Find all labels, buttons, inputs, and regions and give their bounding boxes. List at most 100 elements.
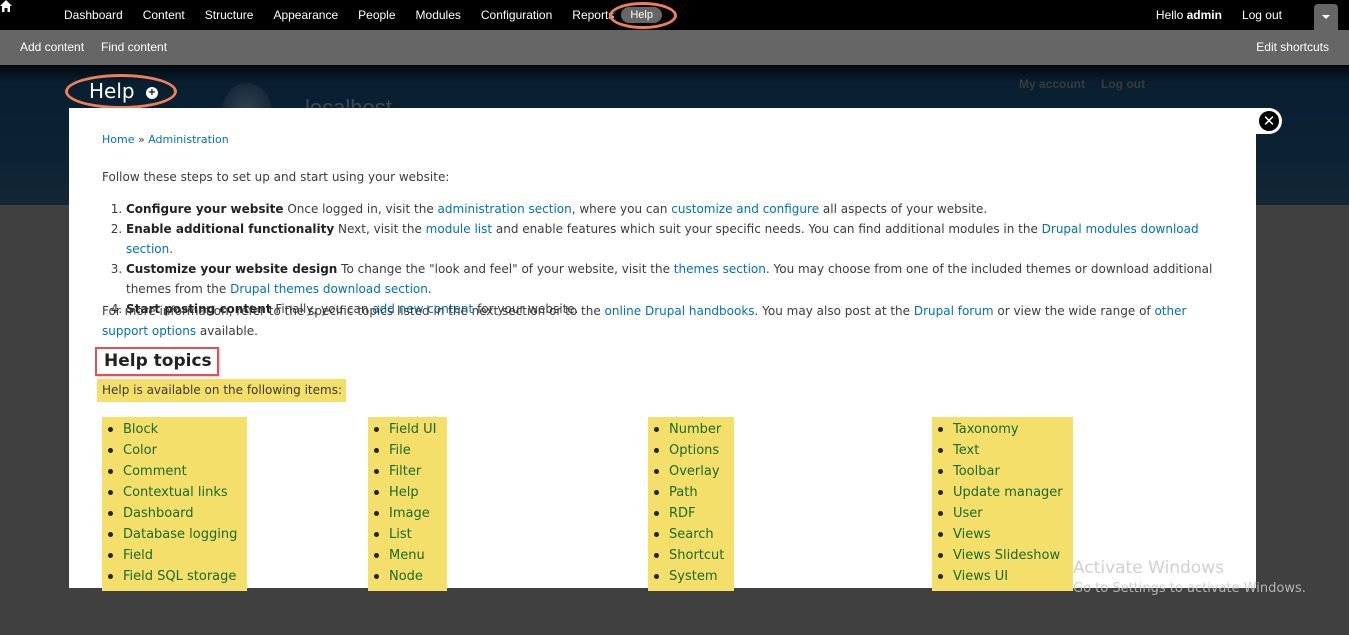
list-item: Options xyxy=(654,440,724,461)
username: admin xyxy=(1186,8,1222,22)
list-item: Search xyxy=(654,524,724,545)
intro-text: Follow these steps to set up and start u… xyxy=(102,170,450,184)
toolbar-reports[interactable]: Reports xyxy=(572,8,614,22)
close-icon[interactable]: ✕ xyxy=(1259,111,1279,131)
breadcrumb-administration[interactable]: Administration xyxy=(148,133,229,146)
drupal-handbooks-link[interactable]: online Drupal handbooks xyxy=(605,304,755,318)
list-item: Contextual links xyxy=(108,482,237,503)
help-overlay: Home » Administration Follow these steps… xyxy=(69,108,1256,591)
help-topics-column-1: Block Color Comment Contextual links Das… xyxy=(102,417,248,591)
toolbar-user: Hello admin Log out xyxy=(1156,0,1349,30)
breadcrumb-home[interactable]: Home xyxy=(102,133,134,146)
topic-link[interactable]: Filter xyxy=(389,464,421,479)
topic-link[interactable]: File xyxy=(389,443,411,458)
topic-link[interactable]: List xyxy=(389,527,412,542)
topic-link[interactable]: Views xyxy=(953,527,991,542)
step-item: Customize your website design To change … xyxy=(126,259,1222,299)
list-item: Field UI xyxy=(374,419,437,440)
edit-shortcuts-link[interactable]: Edit shortcuts xyxy=(1256,40,1329,54)
topic-link[interactable]: Search xyxy=(669,527,714,542)
list-item: Color xyxy=(108,440,237,461)
help-available-text: Help is available on the following items… xyxy=(97,379,346,402)
topic-link[interactable]: Color xyxy=(123,443,157,458)
help-topics-heading: Help topics xyxy=(95,347,219,376)
topic-link[interactable]: Views Slideshow xyxy=(953,548,1060,563)
topic-link[interactable]: Contextual links xyxy=(123,485,228,500)
topic-link[interactable]: Menu xyxy=(389,548,425,563)
topic-link[interactable]: Node xyxy=(389,569,423,584)
topic-link[interactable]: Block xyxy=(123,422,158,437)
list-item: Views Slideshow xyxy=(938,545,1063,566)
my-account-link[interactable]: My account xyxy=(1019,77,1085,91)
list-item: Path xyxy=(654,482,724,503)
list-item: Overlay xyxy=(654,461,724,482)
topic-link[interactable]: Options xyxy=(669,443,719,458)
topic-link[interactable]: Field SQL storage xyxy=(123,569,236,584)
list-item: Image xyxy=(374,503,437,524)
list-item: Filter xyxy=(374,461,437,482)
topic-link[interactable]: Shortcut xyxy=(669,548,724,563)
list-item: Comment xyxy=(108,461,237,482)
list-item: Toolbar xyxy=(938,461,1063,482)
themes-download-link[interactable]: Drupal themes download section xyxy=(230,282,428,296)
list-item: List xyxy=(374,524,437,545)
shortcut-find-content[interactable]: Find content xyxy=(101,40,167,54)
help-topics-column-4: Taxonomy Text Toolbar Update manager Use… xyxy=(932,417,1073,591)
toolbar-people[interactable]: People xyxy=(358,8,395,22)
greeting: Hello admin xyxy=(1155,8,1222,22)
topic-link[interactable]: Field UI xyxy=(389,422,437,437)
more-info-text: For more information, refer to the speci… xyxy=(102,304,1187,338)
list-item: Views UI xyxy=(938,566,1063,587)
list-item: Shortcut xyxy=(654,545,724,566)
list-item: RDF xyxy=(654,503,724,524)
topic-link[interactable]: System xyxy=(669,569,717,584)
list-item: Help xyxy=(374,482,437,503)
list-item: Views xyxy=(938,524,1063,545)
list-item: File xyxy=(374,440,437,461)
shortcuts-bar: Add content Find content Edit shortcuts xyxy=(0,30,1349,65)
topic-link[interactable]: Views UI xyxy=(953,569,1008,584)
step-item: Enable additional functionality Next, vi… xyxy=(126,219,1222,259)
customize-configure-link[interactable]: customize and configure xyxy=(671,202,819,216)
shortcut-add-content[interactable]: Add content xyxy=(20,40,84,54)
list-item: Taxonomy xyxy=(938,419,1063,440)
topic-link[interactable]: Field xyxy=(123,548,153,563)
module-list-link[interactable]: module list xyxy=(426,222,492,236)
topic-link[interactable]: Path xyxy=(669,485,698,500)
list-item: Database logging xyxy=(108,524,237,545)
toolbar-logout[interactable]: Log out xyxy=(1242,8,1282,22)
topic-link[interactable]: Taxonomy xyxy=(953,422,1019,437)
toolbar-help[interactable]: Help xyxy=(621,7,662,23)
topic-link[interactable]: Text xyxy=(953,443,979,458)
topic-link[interactable]: Help xyxy=(389,485,419,500)
home-icon xyxy=(0,0,12,12)
home-link[interactable] xyxy=(0,0,44,30)
topic-link[interactable]: Number xyxy=(669,422,721,437)
themes-section-link[interactable]: themes section xyxy=(674,262,766,276)
topic-link[interactable]: RDF xyxy=(669,506,696,521)
list-item: User xyxy=(938,503,1063,524)
plus-circle-icon[interactable]: + xyxy=(146,87,158,99)
toolbar-appearance[interactable]: Appearance xyxy=(273,8,338,22)
toolbar-dashboard[interactable]: Dashboard xyxy=(64,8,123,22)
drupal-forum-link[interactable]: Drupal forum xyxy=(914,304,994,318)
administration-section-link[interactable]: administration section xyxy=(438,202,572,216)
topic-link[interactable]: Dashboard xyxy=(123,506,194,521)
breadcrumb: Home » Administration xyxy=(102,133,229,146)
topic-link[interactable]: Update manager xyxy=(953,485,1063,500)
toolbar-drawer-toggle[interactable] xyxy=(1314,4,1338,30)
toolbar-configuration[interactable]: Configuration xyxy=(481,8,552,22)
toolbar-modules[interactable]: Modules xyxy=(416,8,461,22)
help-topics-column-2: Field UI File Filter Help Image List Men… xyxy=(368,417,447,591)
topic-link[interactable]: Comment xyxy=(123,464,187,479)
topic-link[interactable]: User xyxy=(953,506,983,521)
topic-link[interactable]: Image xyxy=(389,506,430,521)
triangle-down-icon xyxy=(1322,15,1330,19)
toolbar-structure[interactable]: Structure xyxy=(205,8,254,22)
topic-link[interactable]: Overlay xyxy=(669,464,720,479)
header-logout-link[interactable]: Log out xyxy=(1101,77,1145,91)
topic-link[interactable]: Toolbar xyxy=(953,464,1000,479)
list-item: Node xyxy=(374,566,437,587)
toolbar-content[interactable]: Content xyxy=(143,8,185,22)
topic-link[interactable]: Database logging xyxy=(123,527,237,542)
